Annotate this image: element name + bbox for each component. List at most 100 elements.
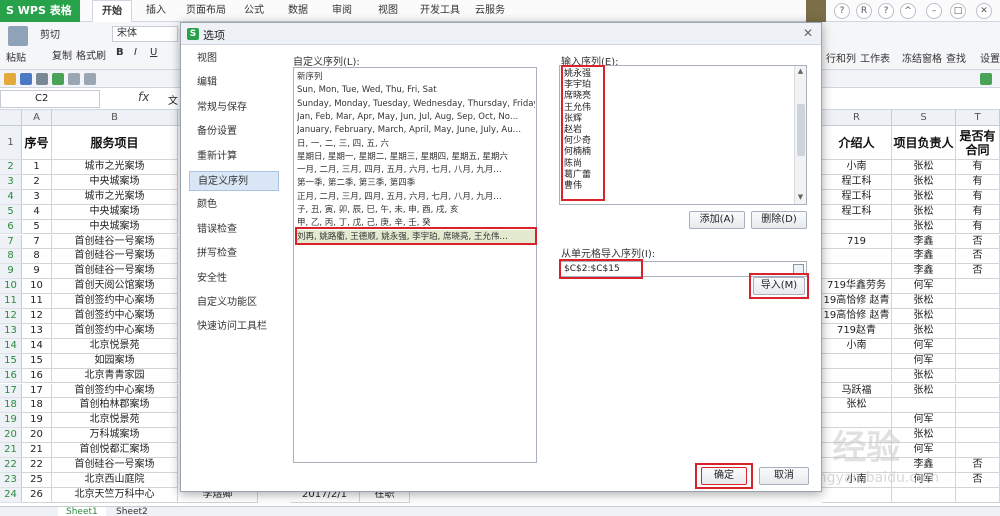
column-header[interactable]: B — [52, 110, 178, 126]
row-header[interactable]: 17 — [0, 383, 22, 399]
list-item[interactable]: 正月, 二月, 三月, 四月, 五月, 六月, 七月, 八月, 九月… — [297, 190, 535, 204]
table-cell[interactable]: 中央城案场 — [52, 204, 178, 220]
table-cell[interactable] — [822, 219, 892, 235]
table-cell[interactable]: 张松 — [822, 398, 892, 414]
table-cell[interactable]: 9 — [22, 264, 52, 280]
table-cell[interactable]: 19高恰修 赵青 — [822, 294, 892, 309]
nav-item[interactable]: 常规与保存 — [189, 98, 279, 118]
row-header[interactable]: 12 — [0, 309, 22, 324]
add-button[interactable]: 添加(A) — [689, 211, 745, 229]
table-cell[interactable]: 北京西山庭院 — [52, 472, 178, 488]
table-cell[interactable]: 李鑫 — [892, 234, 956, 250]
nav-item[interactable]: 备份设置 — [189, 122, 279, 142]
row-col-button[interactable]: 行和列 — [826, 50, 856, 65]
table-cell[interactable]: 张松 — [892, 219, 956, 235]
nav-item[interactable]: 安全性 — [189, 269, 279, 289]
row-header[interactable]: 8 — [0, 249, 22, 265]
table-cell[interactable]: 否 — [956, 472, 1000, 488]
table-cell[interactable]: 首创签约中心案场 — [52, 309, 178, 324]
row-header[interactable]: 13 — [0, 323, 22, 339]
table-cell[interactable]: 北京悦景苑 — [52, 338, 178, 354]
table-cell[interactable]: 城市之光案场 — [52, 160, 178, 175]
nav-item[interactable]: 重新计算 — [189, 147, 279, 167]
header-cell[interactable]: 服务项目 — [52, 126, 178, 160]
table-cell[interactable]: 城市之光案场 — [52, 189, 178, 205]
table-cell[interactable] — [956, 383, 1000, 399]
table-cell[interactable]: 北京青青家园 — [52, 368, 178, 384]
table-cell[interactable]: 10 — [22, 279, 52, 295]
font-select[interactable]: 宋体 — [112, 26, 178, 42]
row-header[interactable]: 19 — [0, 413, 22, 429]
paste-button[interactable]: 粘贴 — [6, 49, 26, 64]
table-cell[interactable]: 张松 — [892, 428, 956, 444]
list-item[interactable]: 一月, 二月, 三月, 四月, 五月, 六月, 七月, 八月, 九月… — [297, 163, 535, 177]
table-cell[interactable]: 有 — [956, 204, 1000, 220]
column-header[interactable]: T — [956, 110, 1000, 126]
table-cell[interactable] — [892, 487, 956, 503]
column-header[interactable]: A — [22, 110, 52, 126]
table-cell[interactable] — [956, 309, 1000, 324]
table-cell[interactable]: 首创硅谷一号案场 — [52, 264, 178, 280]
row-header[interactable]: 9 — [0, 264, 22, 280]
table-cell[interactable]: 何军 — [892, 353, 956, 369]
table-cell[interactable]: 李鑫 — [892, 249, 956, 265]
row-header[interactable]: 11 — [0, 294, 22, 309]
table-cell[interactable]: 程工科 — [822, 174, 892, 190]
scroll-up-icon[interactable]: ▲ — [795, 66, 806, 77]
list-item[interactable]: Jan, Feb, Mar, Apr, May, Jun, Jul, Aug, … — [297, 110, 535, 124]
table-cell[interactable]: 程工科 — [822, 189, 892, 205]
print-icon[interactable] — [36, 73, 48, 85]
row-header[interactable]: 21 — [0, 443, 22, 458]
register-icon[interactable]: R — [856, 3, 872, 19]
column-header[interactable]: S — [892, 110, 956, 126]
table-cell[interactable]: 张松 — [892, 383, 956, 399]
header-cell[interactable]: 介绍人 — [822, 126, 892, 160]
tab-data[interactable]: 数据 — [282, 0, 314, 22]
sheet-icon[interactable] — [980, 73, 992, 85]
format-painter-button[interactable]: 格式刷 — [76, 47, 106, 62]
table-cell[interactable] — [822, 264, 892, 280]
list-item[interactable]: 日, 一, 二, 三, 四, 五, 六 — [297, 137, 535, 151]
tab-formula[interactable]: 公式 — [238, 0, 270, 22]
nav-item[interactable]: 错误检查 — [189, 220, 279, 240]
sheet-tab-1[interactable]: Sheet1 — [58, 507, 106, 516]
table-cell[interactable]: 3 — [22, 189, 52, 205]
table-cell[interactable] — [822, 353, 892, 369]
tab-view[interactable]: 视图 — [372, 0, 404, 22]
table-cell[interactable] — [956, 323, 1000, 339]
table-cell[interactable]: 25 — [22, 472, 52, 488]
row-header[interactable]: 23 — [0, 472, 22, 488]
nav-item[interactable]: 拼写检查 — [189, 244, 279, 264]
header-cell[interactable]: 是否有合同 — [956, 126, 1000, 160]
table-cell[interactable]: 有 — [956, 189, 1000, 205]
table-cell[interactable]: 如园案场 — [52, 353, 178, 369]
tab-developer[interactable]: 开发工具 — [416, 0, 464, 22]
input-scrollbar[interactable]: ▲ ▼ — [794, 66, 806, 204]
table-cell[interactable]: 否 — [956, 249, 1000, 265]
table-cell[interactable]: 否 — [956, 234, 1000, 250]
row-header[interactable]: 15 — [0, 353, 22, 369]
table-cell[interactable]: 19高恰修 赵青 — [822, 309, 892, 324]
table-cell[interactable] — [956, 487, 1000, 503]
freeze-panes-button[interactable]: 冻结窗格 — [902, 50, 942, 65]
table-cell[interactable] — [956, 279, 1000, 295]
tab-review[interactable]: 审阅 — [326, 0, 358, 22]
tab-page-layout[interactable]: 页面布局 — [180, 0, 232, 22]
table-cell[interactable]: 张松 — [892, 174, 956, 190]
row-header[interactable]: 14 — [0, 338, 22, 354]
table-cell[interactable]: 张松 — [892, 294, 956, 309]
open-icon[interactable] — [4, 73, 16, 85]
header-cell[interactable]: 项目负责人 — [892, 126, 956, 160]
italic-button[interactable]: I — [134, 47, 137, 58]
table-cell[interactable] — [956, 338, 1000, 354]
formula-input[interactable]: 文 — [168, 92, 178, 107]
list-item[interactable]: 星期日, 星期一, 星期二, 星期三, 星期四, 星期五, 星期六 — [297, 150, 535, 164]
table-cell[interactable]: 张松 — [892, 189, 956, 205]
scroll-down-icon[interactable]: ▼ — [795, 192, 806, 203]
nav-item[interactable]: 颜色 — [189, 195, 279, 215]
table-cell[interactable]: 小南 — [822, 338, 892, 354]
redo-icon[interactable] — [84, 73, 96, 85]
row-header[interactable]: 4 — [0, 189, 22, 205]
table-cell[interactable]: 21 — [22, 443, 52, 458]
table-cell[interactable]: 北京天竺万科中心 — [52, 487, 178, 503]
